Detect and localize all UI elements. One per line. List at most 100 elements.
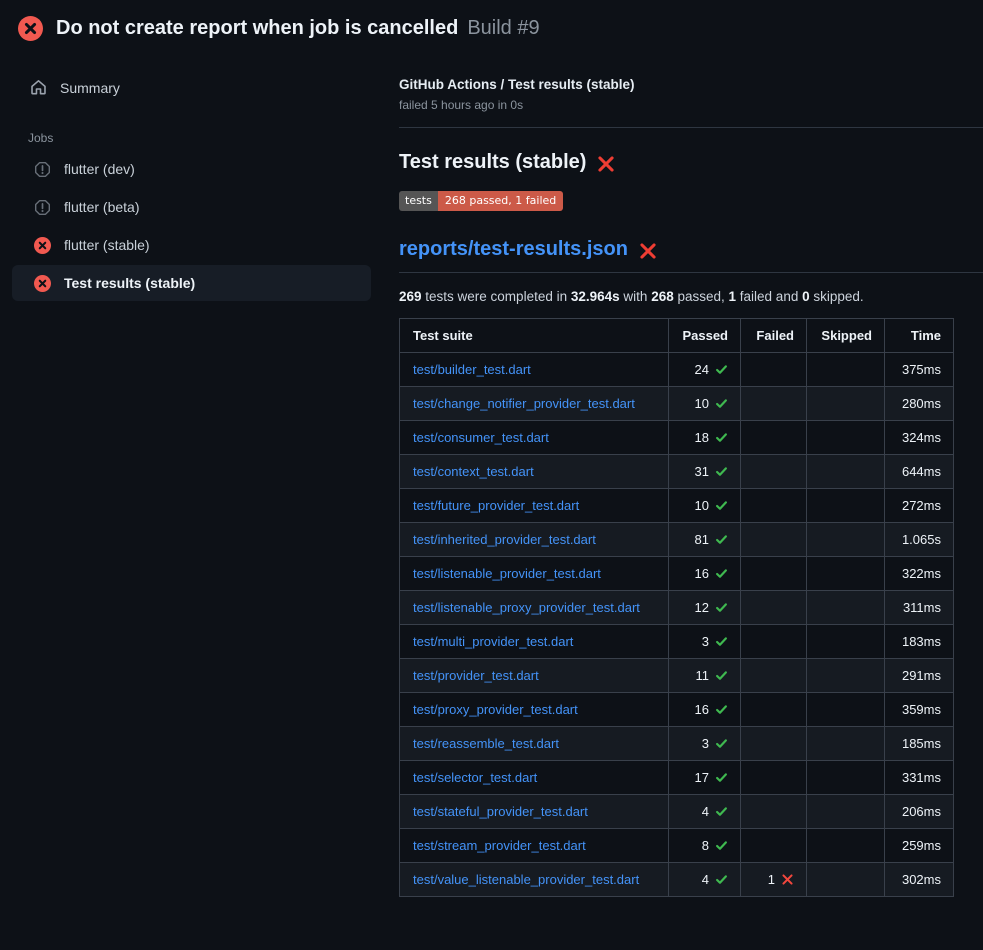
suite-cell: test/builder_test.dart xyxy=(400,353,669,387)
column-header-skipped: Skipped xyxy=(807,319,885,353)
skipped-cell xyxy=(807,557,885,591)
skipped-cell xyxy=(807,829,885,863)
sidebar-item-flutter-dev[interactable]: flutter (dev) xyxy=(12,151,371,187)
home-icon xyxy=(30,79,47,96)
suite-link[interactable]: test/stream_provider_test.dart xyxy=(413,838,586,853)
sidebar-item-flutter-stable[interactable]: flutter (stable) xyxy=(12,227,371,263)
failed-cell xyxy=(741,387,807,421)
time-cell: 280ms xyxy=(885,387,954,421)
run-header: Do not create report when job is cancell… xyxy=(0,0,983,47)
time-cell: 375ms xyxy=(885,353,954,387)
table-row: test/value_listenable_provider_test.dart… xyxy=(400,863,954,897)
check-icon xyxy=(709,804,728,819)
failed-x-icon xyxy=(639,242,657,260)
report-heading: reports/test-results.json xyxy=(399,238,983,273)
sidebar-item-label: flutter (stable) xyxy=(64,237,150,253)
run-title: Do not create report when job is cancell… xyxy=(56,17,458,40)
passed-count: 3 xyxy=(702,634,709,649)
report-file-link[interactable]: reports/test-results.json xyxy=(399,238,628,261)
skipped-cell xyxy=(807,761,885,795)
column-header-test-suite: Test suite xyxy=(400,319,669,353)
suite-link[interactable]: test/reassemble_test.dart xyxy=(413,736,559,751)
sidebar-item-summary[interactable]: Summary xyxy=(0,71,383,104)
table-row: test/context_test.dart31 644ms xyxy=(400,455,954,489)
suite-link[interactable]: test/inherited_provider_test.dart xyxy=(413,532,596,547)
passed-count: 31 xyxy=(695,464,709,479)
skipped-cell xyxy=(807,489,885,523)
failed-cell xyxy=(741,625,807,659)
failed-count: 1 xyxy=(768,872,775,887)
suite-link[interactable]: test/listenable_provider_test.dart xyxy=(413,566,601,581)
skipped-cell xyxy=(807,659,885,693)
test-results-table: Test suitePassedFailedSkippedTime test/b… xyxy=(399,318,954,897)
suite-link[interactable]: test/future_provider_test.dart xyxy=(413,498,579,513)
breadcrumb: GitHub Actions / Test results (stable) xyxy=(399,77,983,92)
main-content: GitHub Actions / Test results (stable) f… xyxy=(383,47,983,897)
passed-count: 4 xyxy=(702,804,709,819)
check-icon xyxy=(709,498,728,513)
suite-cell: test/listenable_proxy_provider_test.dart xyxy=(400,591,669,625)
cross-icon xyxy=(775,872,794,887)
passed-cell: 16 xyxy=(669,557,741,591)
suite-link[interactable]: test/builder_test.dart xyxy=(413,362,531,377)
table-row: test/change_notifier_provider_test.dart1… xyxy=(400,387,954,421)
passed-cell: 10 xyxy=(669,489,741,523)
time-cell: 1.065s xyxy=(885,523,954,557)
suite-cell: test/context_test.dart xyxy=(400,455,669,489)
check-icon xyxy=(709,430,728,445)
check-icon xyxy=(709,566,728,581)
passed-count: 10 xyxy=(695,498,709,513)
check-icon xyxy=(709,702,728,717)
passed-cell: 8 xyxy=(669,829,741,863)
suite-link[interactable]: test/provider_test.dart xyxy=(413,668,539,683)
time-cell: 324ms xyxy=(885,421,954,455)
skipped-cell xyxy=(807,591,885,625)
badge-label: tests xyxy=(399,191,438,211)
suite-link[interactable]: test/change_notifier_provider_test.dart xyxy=(413,396,635,411)
suite-link[interactable]: test/selector_test.dart xyxy=(413,770,537,785)
check-icon xyxy=(709,396,728,411)
table-header-row: Test suitePassedFailedSkippedTime xyxy=(400,319,954,353)
suite-link[interactable]: test/value_listenable_provider_test.dart xyxy=(413,872,639,887)
failed-x-icon xyxy=(597,155,615,173)
cancelled-icon xyxy=(34,161,51,178)
suite-cell: test/change_notifier_provider_test.dart xyxy=(400,387,669,421)
passed-count: 11 xyxy=(696,668,710,683)
time-cell: 259ms xyxy=(885,829,954,863)
section-title: Test results (stable) xyxy=(399,151,586,174)
suite-link[interactable]: test/multi_provider_test.dart xyxy=(413,634,573,649)
table-row: test/multi_provider_test.dart3 183ms xyxy=(400,625,954,659)
time-cell: 291ms xyxy=(885,659,954,693)
section-heading: Test results (stable) xyxy=(399,151,983,174)
passed-count: 81 xyxy=(695,532,709,547)
summary-label: Summary xyxy=(60,80,120,96)
column-header-failed: Failed xyxy=(741,319,807,353)
time-cell: 206ms xyxy=(885,795,954,829)
build-number: Build #9 xyxy=(467,17,539,40)
sidebar-item-test-results-stable[interactable]: Test results (stable) xyxy=(12,265,371,301)
failed-cell xyxy=(741,421,807,455)
check-icon xyxy=(709,634,728,649)
table-row: test/reassemble_test.dart3 185ms xyxy=(400,727,954,761)
cancelled-icon xyxy=(34,199,51,216)
table-row: test/stateful_provider_test.dart 4 206ms xyxy=(400,795,954,829)
suite-link[interactable]: test/stateful_provider_test.dart xyxy=(413,804,588,819)
check-icon xyxy=(709,362,728,377)
failed-cell xyxy=(741,693,807,727)
suite-cell: test/selector_test.dart xyxy=(400,761,669,795)
table-row: test/proxy_provider_test.dart16 359ms xyxy=(400,693,954,727)
passed-count: 12 xyxy=(695,600,709,615)
suite-cell: test/value_listenable_provider_test.dart xyxy=(400,863,669,897)
sidebar-item-flutter-beta[interactable]: flutter (beta) xyxy=(12,189,371,225)
suite-link[interactable]: test/consumer_test.dart xyxy=(413,430,549,445)
skipped-cell xyxy=(807,693,885,727)
suite-link[interactable]: test/proxy_provider_test.dart xyxy=(413,702,578,717)
time-cell: 359ms xyxy=(885,693,954,727)
tests-status-badge: tests 268 passed, 1 failed xyxy=(399,191,563,211)
suite-link[interactable]: test/listenable_proxy_provider_test.dart xyxy=(413,600,640,615)
skipped-cell xyxy=(807,863,885,897)
skipped-cell xyxy=(807,353,885,387)
table-row: test/consumer_test.dart18 324ms xyxy=(400,421,954,455)
suite-link[interactable]: test/context_test.dart xyxy=(413,464,534,479)
failed-cell xyxy=(741,829,807,863)
